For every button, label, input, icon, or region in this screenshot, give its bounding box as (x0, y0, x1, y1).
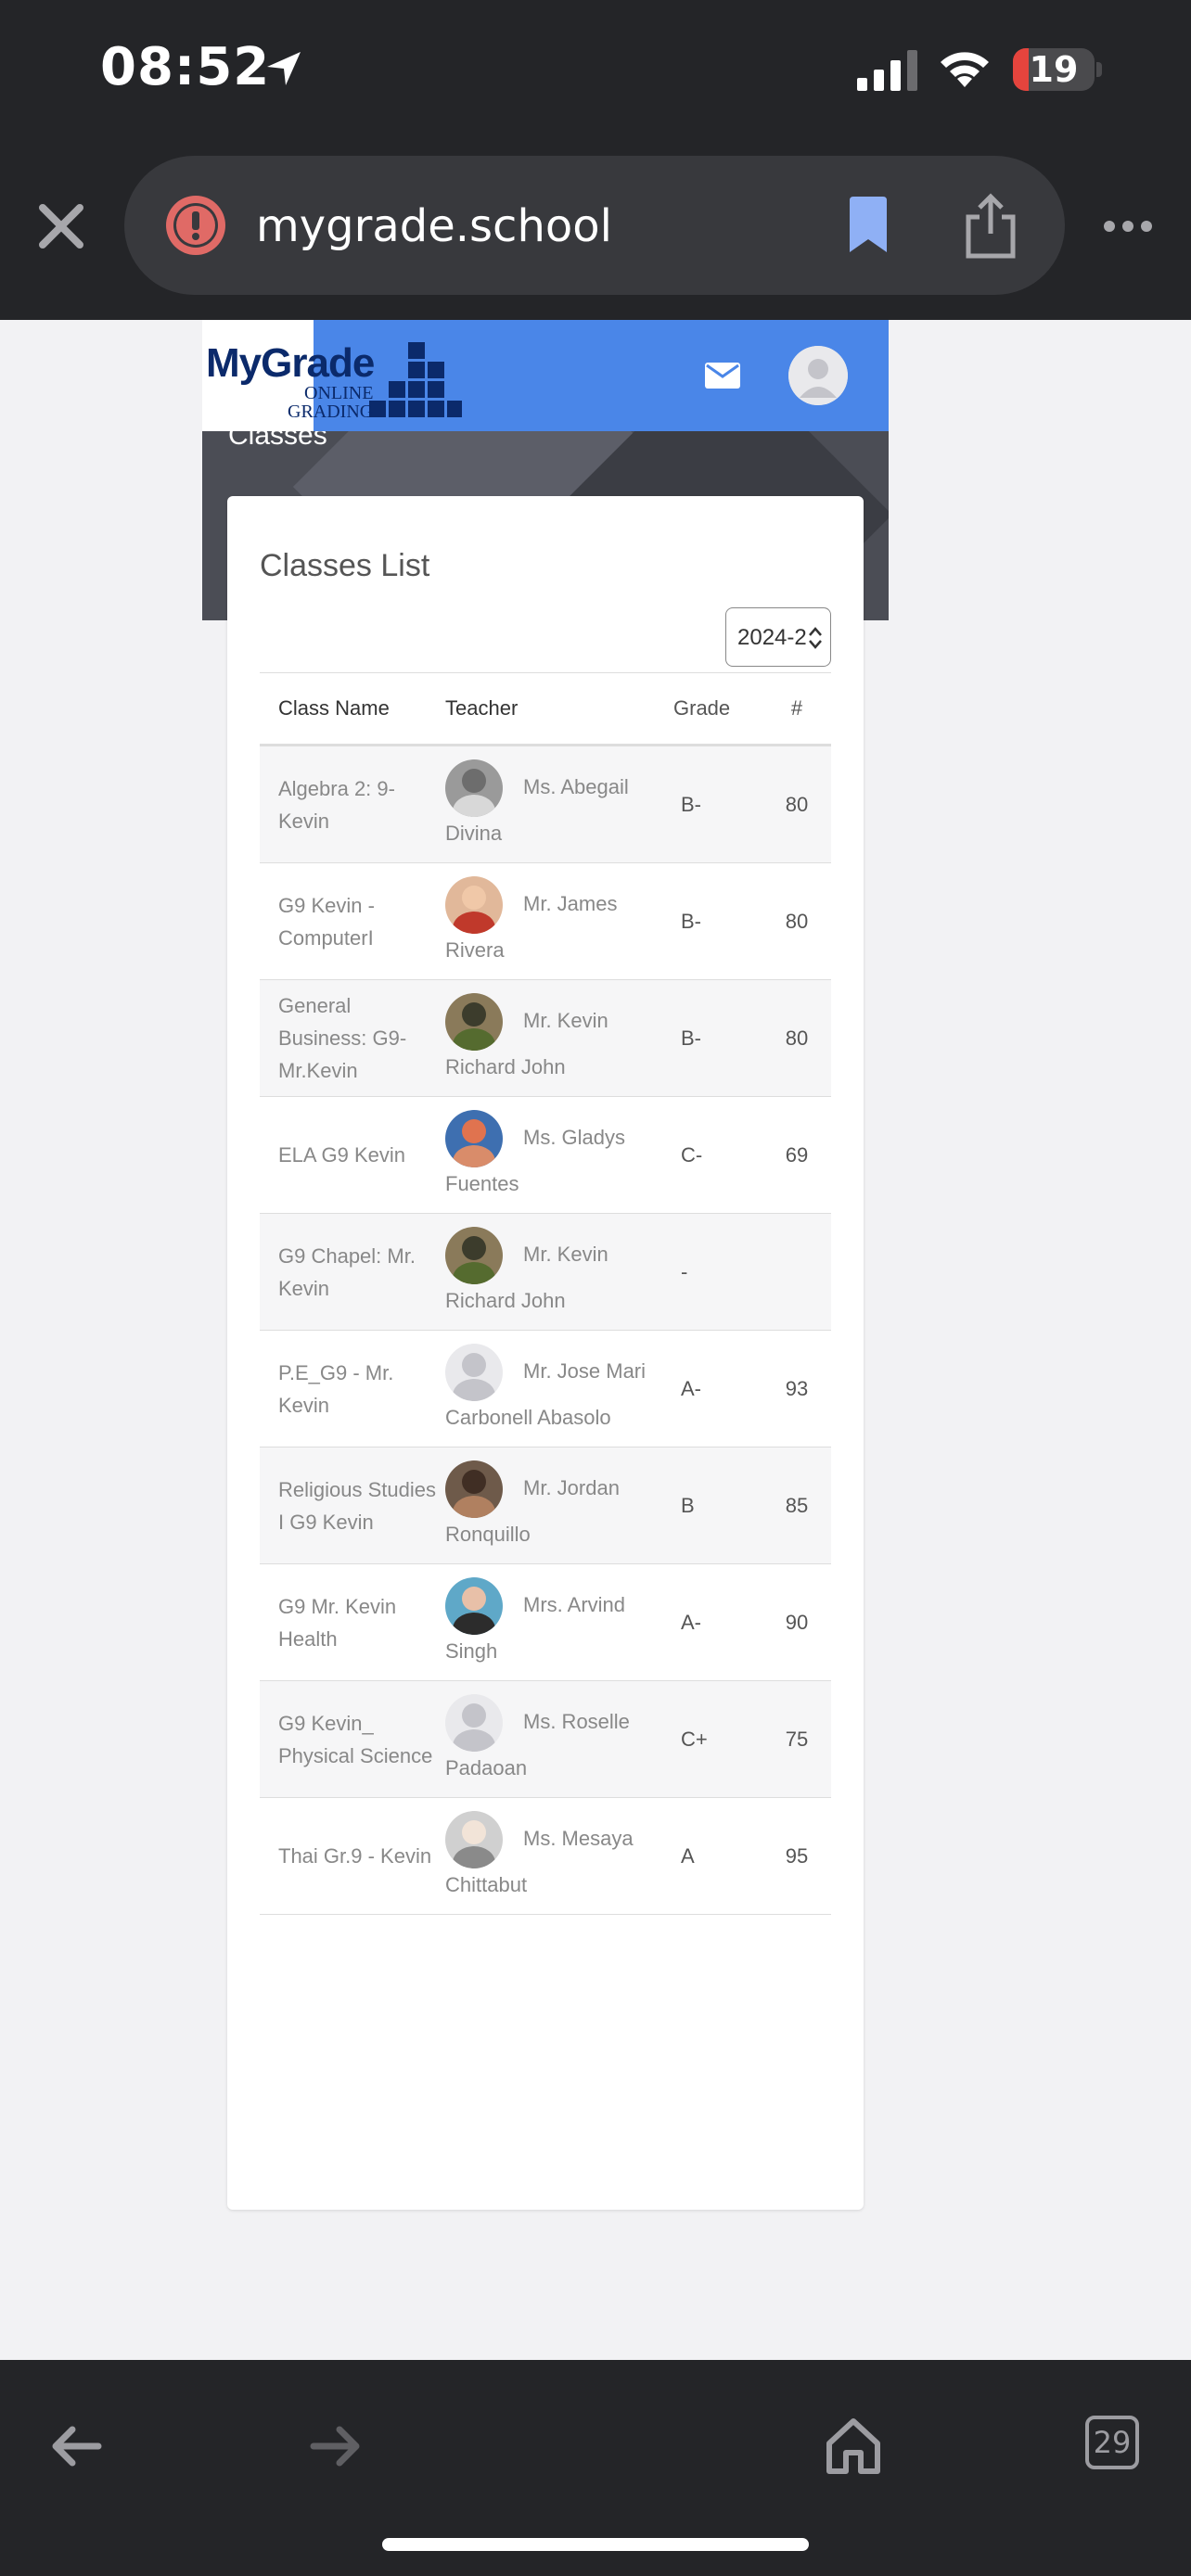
browser-toolbar: mygrade.school (0, 139, 1191, 320)
classes-list-card: Classes List 2024-2 Class Name Teacher G… (227, 496, 864, 2210)
column-header-teacher[interactable]: Teacher (445, 672, 673, 746)
class-name[interactable]: ELA G9 Kevin (278, 1139, 445, 1171)
class-name[interactable]: P.E_G9 - Mr. Kevin (278, 1357, 445, 1422)
mail-icon[interactable] (705, 363, 740, 389)
table-row[interactable]: ELA G9 Kevin Ms. Gladys Fuentes C- 69 (260, 1096, 831, 1214)
score-value: 93 (762, 1330, 831, 1447)
table-row[interactable]: General Business: G9-Mr.Kevin Mr. Kevin R… (260, 979, 831, 1097)
grade-value: A- (673, 1330, 762, 1447)
status-bar: 08:52 19 (0, 0, 1191, 139)
teacher-avatar (445, 993, 503, 1051)
teacher-avatar (445, 1110, 503, 1167)
chevron-up-down-icon (809, 627, 822, 649)
grade-value: A- (673, 1563, 762, 1681)
tabs-button[interactable]: 29 (1085, 2416, 1139, 2469)
teacher-avatar (445, 876, 503, 934)
back-arrow-icon[interactable] (50, 2425, 102, 2468)
score-value: 69 (762, 1096, 831, 1214)
web-page: Classes MyGrade ONLINE GRADING Classes L… (0, 320, 1191, 2360)
logo-text: MyGrade (206, 340, 375, 386)
class-name[interactable]: Religious Studies I G9 Kevin (278, 1473, 445, 1538)
score-value: 80 (762, 979, 831, 1097)
score-value: 90 (762, 1563, 831, 1681)
grade-value: C- (673, 1096, 762, 1214)
table-row[interactable]: G9 Kevin - ComputerI Mr. James Rivera B- 80 (260, 862, 831, 980)
grade-value: B (673, 1447, 762, 1564)
logo-subtitle-grading: GRADING (288, 402, 374, 422)
score-value: 85 (762, 1447, 831, 1564)
insecure-warning-icon[interactable] (163, 193, 228, 258)
grade-value: C+ (673, 1680, 762, 1798)
site-header: MyGrade ONLINE GRADING (202, 320, 889, 431)
address-bar[interactable]: mygrade.school (124, 156, 1065, 295)
score-value: 80 (762, 862, 831, 980)
classes-table: Class Name Teacher Grade # Algebra 2: 9-… (260, 672, 831, 1915)
teacher-avatar (445, 759, 503, 817)
card-title: Classes List (260, 548, 430, 583)
teacher-avatar (445, 1577, 503, 1635)
mygrade-logo[interactable]: MyGrade ONLINE GRADING (202, 320, 462, 431)
grade-value: - (673, 1213, 762, 1331)
score-value: 80 (762, 745, 831, 863)
table-row[interactable]: G9 Chapel: Mr. Kevin Mr. Kevin Richard Jo… (260, 1213, 831, 1331)
school-year-select[interactable]: 2024-2 (725, 607, 831, 667)
battery-icon: 19 (1013, 48, 1102, 93)
table-row[interactable]: G9 Kevin_ Physical Science Ms. Roselle Pa… (260, 1680, 831, 1798)
share-icon[interactable] (963, 193, 1018, 260)
table-row[interactable]: Algebra 2: 9-Kevin Ms. Abegail Divina B- 80 (260, 745, 831, 863)
bookmark-icon[interactable] (846, 197, 890, 254)
grade-value: A (673, 1797, 762, 1915)
class-name[interactable]: General Business: G9-Mr.Kevin (278, 989, 445, 1087)
teacher-avatar (445, 1227, 503, 1284)
forward-arrow-icon[interactable] (310, 2425, 362, 2468)
column-header-count[interactable]: # (762, 672, 831, 746)
school-year-value: 2024-2 (737, 625, 807, 650)
wifi-icon (941, 52, 989, 87)
grade-value: B- (673, 862, 762, 980)
column-header-class-name[interactable]: Class Name (260, 672, 445, 746)
class-name[interactable]: Thai Gr.9 - Kevin (278, 1840, 445, 1872)
score-value (762, 1213, 831, 1331)
close-icon[interactable] (35, 200, 87, 252)
more-options-icon[interactable] (1102, 219, 1154, 234)
class-name[interactable]: G9 Chapel: Mr. Kevin (278, 1240, 445, 1305)
location-arrow-icon (267, 52, 301, 85)
table-row[interactable]: G9 Mr. Kevin Health Mrs. Arvind Singh A- 90 (260, 1563, 831, 1681)
teacher-avatar (445, 1811, 503, 1868)
battery-percent: 19 (1029, 49, 1079, 90)
url-text[interactable]: mygrade.school (256, 200, 612, 252)
teacher-avatar (445, 1344, 503, 1401)
table-row[interactable]: Religious Studies I G9 Kevin Mr. Jordan R… (260, 1447, 831, 1564)
grade-value: B- (673, 979, 762, 1097)
class-name[interactable]: G9 Mr. Kevin Health (278, 1590, 445, 1655)
status-time: 08:52 (100, 37, 271, 97)
class-name[interactable]: G9 Kevin_ Physical Science (278, 1707, 445, 1772)
cellular-signal-icon (857, 50, 917, 91)
home-indicator (382, 2538, 809, 2551)
score-value: 95 (762, 1797, 831, 1915)
score-value: 75 (762, 1680, 831, 1798)
table-header-row: Class Name Teacher Grade # (260, 672, 831, 746)
table-row[interactable]: P.E_G9 - Mr. Kevin Mr. Jose Mari Carbonel… (260, 1330, 831, 1447)
user-avatar[interactable] (788, 346, 848, 405)
user-silhouette-icon (788, 346, 848, 405)
grade-value: B- (673, 745, 762, 863)
class-name[interactable]: G9 Kevin - ComputerI (278, 889, 445, 954)
browser-bottom-bar: 29 (0, 2360, 1191, 2576)
teacher-avatar (445, 1694, 503, 1752)
table-row[interactable]: Thai Gr.9 - Kevin Ms. Mesaya Chittabut A 95 (260, 1797, 831, 1915)
column-header-grade[interactable]: Grade (673, 672, 762, 746)
teacher-avatar (445, 1460, 503, 1518)
home-icon[interactable] (824, 2416, 883, 2475)
class-name[interactable]: Algebra 2: 9-Kevin (278, 772, 445, 837)
